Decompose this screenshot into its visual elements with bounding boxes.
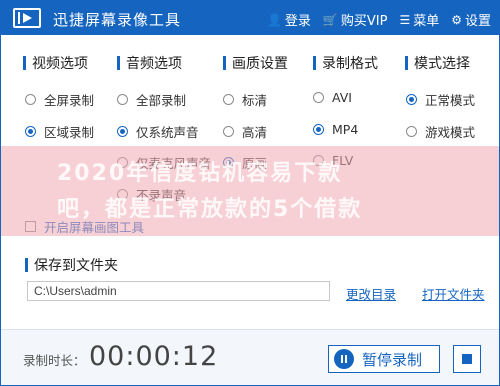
radio-circle — [25, 94, 36, 105]
radio-original[interactable]: 原画 — [223, 153, 267, 172]
menu-label: 菜单 — [413, 14, 440, 29]
radio-circle — [406, 126, 417, 137]
stop-icon — [462, 354, 472, 364]
radio-normal-mode[interactable]: 正常模式 — [406, 90, 475, 109]
radio-circle — [223, 94, 234, 105]
radio-hd[interactable]: 高清 — [223, 122, 267, 141]
app-window: 迅捷屏幕录像工具 👤 登录 🛒 购买VIP ☰ 菜单 ⚙ 设置 视频选项 全屏录… — [0, 0, 500, 386]
pause-recording-label: 暂停录制 — [362, 350, 423, 369]
radio-circle — [117, 94, 128, 105]
quality-options-title: 画质设置 — [232, 56, 288, 72]
mode-options-header: 模式选择 — [405, 53, 470, 73]
radio-circle — [223, 157, 234, 168]
radio-circle — [117, 126, 128, 137]
buy-vip-label: 购买VIP — [340, 14, 388, 29]
radio-fullscreen-label: 全屏录制 — [44, 93, 95, 108]
radio-mic-only[interactable]: 仅麦克风声音 — [117, 153, 211, 172]
change-directory-link[interactable]: 更改目录 — [346, 284, 396, 303]
radio-hd-label: 高清 — [242, 125, 268, 140]
radio-circle — [25, 126, 36, 137]
radio-region[interactable]: 区域录制 — [25, 122, 94, 141]
audio-options-header: 音频选项 — [117, 53, 182, 73]
top-menu: 👤 登录 🛒 购买VIP ☰ 菜单 ⚙ 设置 — [266, 10, 491, 30]
radio-record-all-label: 全部录制 — [136, 93, 187, 108]
settings-label: 设置 — [464, 14, 491, 29]
radio-circle — [117, 189, 128, 200]
format-options-title: 录制格式 — [322, 56, 378, 72]
settings-button[interactable]: ⚙ 设置 — [451, 10, 491, 30]
video-options-title: 视频选项 — [32, 56, 88, 72]
radio-record-all[interactable]: 全部录制 — [117, 90, 186, 109]
menu-button[interactable]: ☰ 菜单 — [399, 10, 440, 30]
gear-icon: ⚙ — [451, 12, 462, 27]
save-path-input[interactable] — [27, 281, 330, 301]
radio-avi-label: AVI — [332, 90, 352, 105]
radio-circle — [313, 155, 324, 166]
radio-avi[interactable]: AVI — [313, 90, 352, 105]
radio-circle — [223, 126, 234, 137]
radio-sd[interactable]: 标清 — [223, 90, 267, 109]
radio-no-sound-label: 不录声音 — [136, 188, 187, 203]
radio-circle — [117, 157, 128, 168]
radio-system-sound-label: 仅系统声音 — [136, 125, 199, 140]
save-folder-title: 保存到文件夹 — [34, 258, 118, 274]
radio-no-sound[interactable]: 不录声音 — [117, 185, 186, 204]
radio-fullscreen[interactable]: 全屏录制 — [25, 90, 94, 109]
format-options-header: 录制格式 — [313, 53, 378, 73]
radio-sd-label: 标清 — [242, 93, 268, 108]
login-label: 登录 — [284, 14, 311, 29]
login-button[interactable]: 👤 登录 — [266, 10, 311, 30]
title-bar[interactable]: 迅捷屏幕录像工具 👤 登录 🛒 购买VIP ☰ 菜单 ⚙ 设置 — [1, 1, 499, 35]
radio-circle — [313, 124, 324, 135]
menu-icon: ☰ — [399, 12, 411, 27]
pause-icon — [334, 349, 354, 369]
app-logo-icon — [13, 8, 41, 28]
radio-system-sound[interactable]: 仅系统声音 — [117, 122, 199, 141]
radio-flv-label: FLV — [332, 153, 354, 168]
buy-vip-button[interactable]: 🛒 购买VIP — [322, 10, 388, 30]
radio-circle — [406, 94, 417, 105]
radio-circle — [313, 92, 324, 103]
radio-flv[interactable]: FLV — [313, 153, 353, 168]
drawing-tool-label: 开启屏幕画图工具 — [44, 220, 145, 235]
radio-game-mode[interactable]: 游戏模式 — [406, 122, 475, 141]
video-options-header: 视频选项 — [23, 53, 88, 73]
radio-game-mode-label: 游戏模式 — [425, 125, 476, 140]
radio-mp4-label: MP4 — [332, 122, 359, 137]
checkbox-box — [25, 221, 36, 232]
radio-mp4[interactable]: MP4 — [313, 122, 358, 137]
radio-region-label: 区域录制 — [44, 125, 95, 140]
user-icon: 👤 — [266, 12, 282, 27]
radio-normal-mode-label: 正常模式 — [425, 93, 476, 108]
open-folder-link[interactable]: 打开文件夹 — [422, 284, 485, 303]
pause-recording-button[interactable]: 暂停录制 — [328, 345, 440, 373]
bottom-bar: 录制时长： 00:00:12 暂停录制 — [1, 329, 499, 385]
mode-options-title: 模式选择 — [414, 56, 470, 72]
app-title: 迅捷屏幕录像工具 — [53, 11, 182, 29]
duration-value: 00:00:12 — [89, 341, 219, 372]
duration-label: 录制时长： — [23, 353, 86, 368]
cart-icon: 🛒 — [322, 12, 338, 27]
quality-options-header: 画质设置 — [223, 53, 288, 73]
stop-recording-button[interactable] — [453, 345, 481, 373]
radio-original-label: 原画 — [242, 156, 268, 171]
radio-mic-only-label: 仅麦克风声音 — [136, 156, 212, 171]
drawing-tool-checkbox[interactable]: 开启屏幕画图工具 — [25, 217, 144, 236]
save-folder-header: 保存到文件夹 — [25, 255, 118, 275]
audio-options-title: 音频选项 — [126, 56, 182, 72]
